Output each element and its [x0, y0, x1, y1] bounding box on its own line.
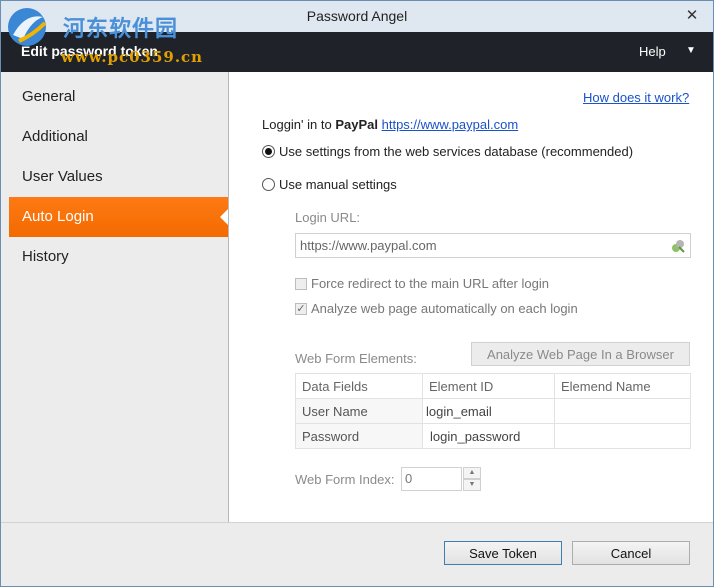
web-form-index-input[interactable]: 0 — [401, 467, 462, 491]
sidebar-item-label: History — [22, 248, 69, 265]
sidebar-item-label: General — [22, 88, 76, 105]
force-redirect-checkbox[interactable]: Force redirect to the main URL after log… — [295, 276, 549, 291]
sidebar-item-general[interactable]: General — [9, 77, 228, 117]
spin-up-icon[interactable]: ▲ — [463, 467, 481, 479]
how-does-it-work-link[interactable]: How does it work? — [583, 90, 689, 105]
web-form-elements-label: Web Form Elements: — [295, 351, 417, 366]
checkbox-label: Analyze web page automatically on each l… — [311, 301, 578, 316]
watermark-url: www.pc0359.cn — [61, 48, 204, 66]
radio-label: Use settings from the web services datab… — [279, 144, 634, 159]
radio-manual-settings[interactable]: Use manual settings — [262, 177, 397, 192]
table-row[interactable]: Password login_password — [295, 423, 691, 449]
column-header: Elemend Name — [554, 373, 691, 399]
element-name-cell[interactable] — [554, 398, 691, 424]
sidebar-item-user-values[interactable]: User Values — [9, 157, 228, 197]
watermark-logo-icon — [8, 8, 47, 46]
login-target-line: Loggin' in to PayPal https://www.paypal.… — [262, 117, 518, 132]
refresh-link-icon[interactable] — [670, 238, 686, 254]
checkbox-box[interactable]: ✓ — [295, 302, 307, 315]
sidebar-item-label: Additional — [22, 128, 88, 145]
element-id-cell[interactable]: login_email — [422, 398, 555, 424]
radio-database-settings[interactable]: Use settings from the web services datab… — [262, 144, 633, 159]
close-button[interactable]: ✕ — [681, 5, 703, 25]
data-field-cell: User Name — [295, 398, 423, 424]
site-url-link[interactable]: https://www.paypal.com — [382, 117, 519, 132]
checkbox-box[interactable] — [295, 277, 307, 290]
analyze-web-page-button[interactable]: Analyze Web Page In a Browser — [471, 342, 690, 366]
column-header: Element ID — [422, 373, 555, 399]
web-form-elements-table: Data Fields Element ID Elemend Name User… — [295, 373, 691, 449]
login-url-field[interactable]: https://www.paypal.com — [295, 233, 691, 258]
table-row[interactable]: User Name login_email — [295, 398, 691, 424]
login-prefix: Loggin' in to — [262, 117, 336, 132]
watermark-title: 河东软件园 — [63, 16, 179, 42]
element-name-cell[interactable] — [554, 423, 691, 449]
cancel-button[interactable]: Cancel — [572, 541, 690, 565]
login-url-label: Login URL: — [295, 210, 361, 225]
active-indicator-icon — [220, 209, 228, 225]
close-icon: ✕ — [685, 7, 699, 24]
chevron-down-icon[interactable]: ▼ — [686, 45, 696, 56]
sidebar-item-additional[interactable]: Additional — [9, 117, 228, 157]
app-window: Password Angel ✕ Edit password token Hel… — [0, 0, 714, 587]
auto-login-panel: How does it work? Loggin' in to PayPal h… — [228, 72, 713, 522]
help-menu[interactable]: Help — [639, 44, 666, 59]
sidebar-item-auto-login[interactable]: Auto Login — [9, 197, 228, 237]
spin-down-icon[interactable]: ▼ — [463, 479, 481, 491]
sidebar-item-label: Auto Login — [22, 208, 94, 225]
web-form-index-label: Web Form Index: — [295, 472, 395, 487]
radio-button[interactable] — [262, 178, 275, 191]
data-field-cell: Password — [295, 423, 423, 449]
login-url-value: https://www.paypal.com — [300, 238, 437, 253]
table-header-row: Data Fields Element ID Elemend Name — [295, 373, 691, 399]
radio-button[interactable] — [262, 145, 275, 158]
sidebar: General Additional User Values Auto Logi… — [9, 72, 228, 522]
element-id-cell[interactable]: login_password — [422, 423, 555, 449]
analyze-auto-checkbox[interactable]: ✓ Analyze web page automatically on each… — [295, 301, 578, 316]
sidebar-item-history[interactable]: History — [9, 237, 228, 277]
radio-label: Use manual settings — [279, 177, 397, 192]
dialog-footer: Save Token Cancel — [1, 522, 713, 586]
save-token-button[interactable]: Save Token — [444, 541, 562, 565]
checkbox-label: Force redirect to the main URL after log… — [311, 276, 549, 291]
column-header: Data Fields — [295, 373, 423, 399]
sidebar-item-label: User Values — [22, 168, 103, 185]
site-name: PayPal — [335, 117, 378, 132]
